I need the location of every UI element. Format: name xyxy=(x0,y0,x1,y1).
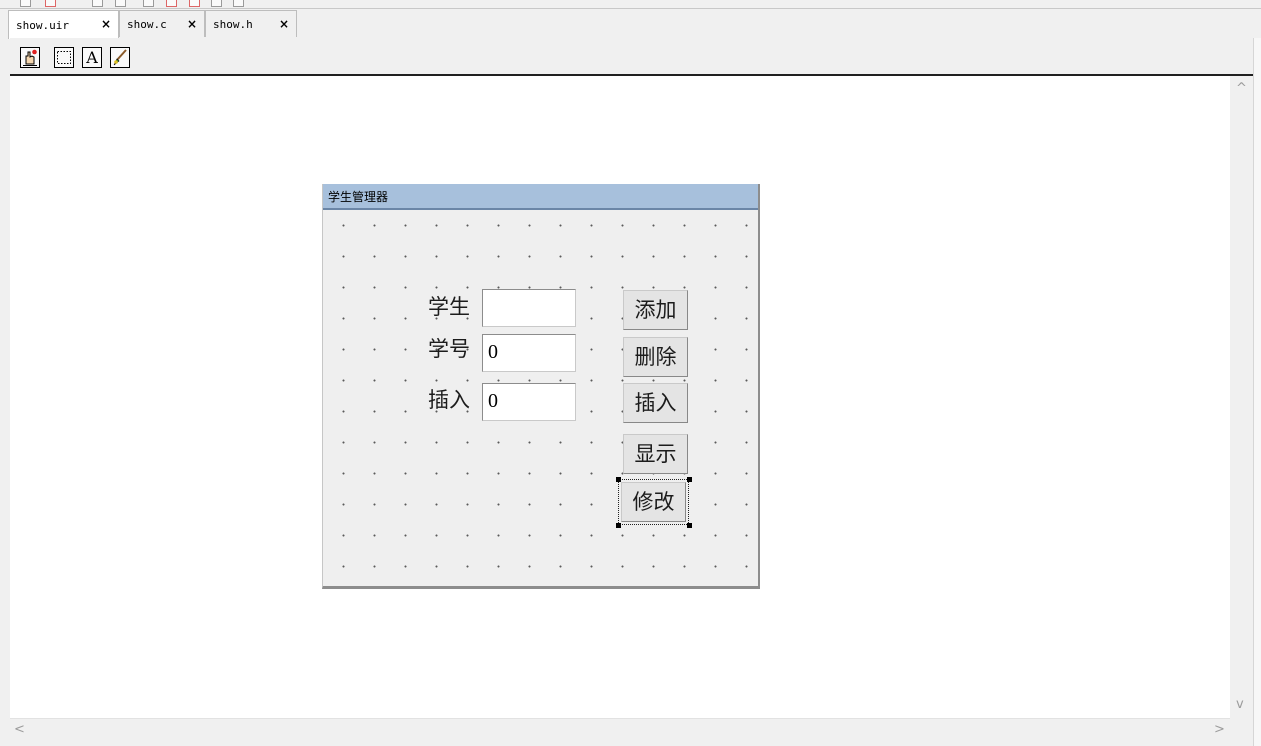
close-icon[interactable]: × xyxy=(279,17,289,31)
toolbar-icon[interactable] xyxy=(45,0,56,7)
scroll-right-icon[interactable]: > xyxy=(1214,723,1225,736)
tab-show-uir[interactable]: show.uir × xyxy=(8,10,119,39)
student-id-input[interactable]: 0 xyxy=(482,334,576,372)
insert-position-label: 插入 xyxy=(428,388,470,412)
toolbar-icon[interactable] xyxy=(143,0,154,7)
display-button[interactable]: 显示 xyxy=(623,434,688,474)
close-icon[interactable]: × xyxy=(101,17,111,31)
tab-show-c[interactable]: show.c × xyxy=(119,10,205,37)
tab-label: show.h xyxy=(213,17,253,31)
toolbar-icon[interactable] xyxy=(20,0,31,7)
add-button[interactable]: 添加 xyxy=(623,290,688,330)
selection-handle[interactable] xyxy=(616,523,621,528)
selection-handle[interactable] xyxy=(616,477,621,482)
selection-handle[interactable] xyxy=(687,477,692,482)
toolbar-icon[interactable] xyxy=(92,0,103,7)
insert-button[interactable]: 插入 xyxy=(623,383,688,423)
selection-handle[interactable] xyxy=(687,523,692,528)
select-region-tool-icon[interactable] xyxy=(54,47,74,68)
scroll-up-icon[interactable]: ^ xyxy=(1236,82,1247,95)
scrollbar-corner xyxy=(1230,718,1253,740)
student-manager-panel[interactable]: 学生管理器 学生 学号 0 插入 0 添加 删除 插入 显示 修改 xyxy=(322,184,760,589)
insert-position-input[interactable]: 0 xyxy=(482,383,576,421)
color-tool-icon[interactable] xyxy=(110,47,130,68)
text-tool-icon[interactable]: A xyxy=(82,47,102,68)
delete-button[interactable]: 删除 xyxy=(623,337,688,377)
panel-title[interactable]: 学生管理器 xyxy=(323,184,758,210)
horizontal-scrollbar[interactable]: < > xyxy=(10,718,1230,741)
operate-tool-icon[interactable] xyxy=(20,47,40,68)
top-toolbar-strip xyxy=(0,0,1261,9)
toolbar-icon[interactable] xyxy=(115,0,126,7)
tab-label: show.c xyxy=(127,17,167,31)
scroll-left-icon[interactable]: < xyxy=(14,723,25,736)
modify-button[interactable]: 修改 xyxy=(618,479,689,525)
toolbar-icon[interactable] xyxy=(166,0,177,7)
scroll-down-icon[interactable]: v xyxy=(1236,698,1244,711)
vertical-scrollbar[interactable]: ^ v xyxy=(1230,76,1253,718)
tab-label: show.uir xyxy=(16,18,69,32)
toolbar-icon[interactable] xyxy=(211,0,222,7)
toolbar-icon[interactable] xyxy=(233,0,244,7)
editor-tab-bar: show.uir × show.c × show.h × xyxy=(0,10,1261,39)
student-name-label: 学生 xyxy=(428,295,470,319)
side-gutter xyxy=(1253,38,1261,746)
student-name-input[interactable] xyxy=(482,289,576,327)
close-icon[interactable]: × xyxy=(187,17,197,31)
toolbar-icon[interactable] xyxy=(189,0,200,7)
tab-show-h[interactable]: show.h × xyxy=(205,10,297,37)
uir-tool-palette: A xyxy=(10,38,1253,76)
student-id-label: 学号 xyxy=(428,337,470,361)
